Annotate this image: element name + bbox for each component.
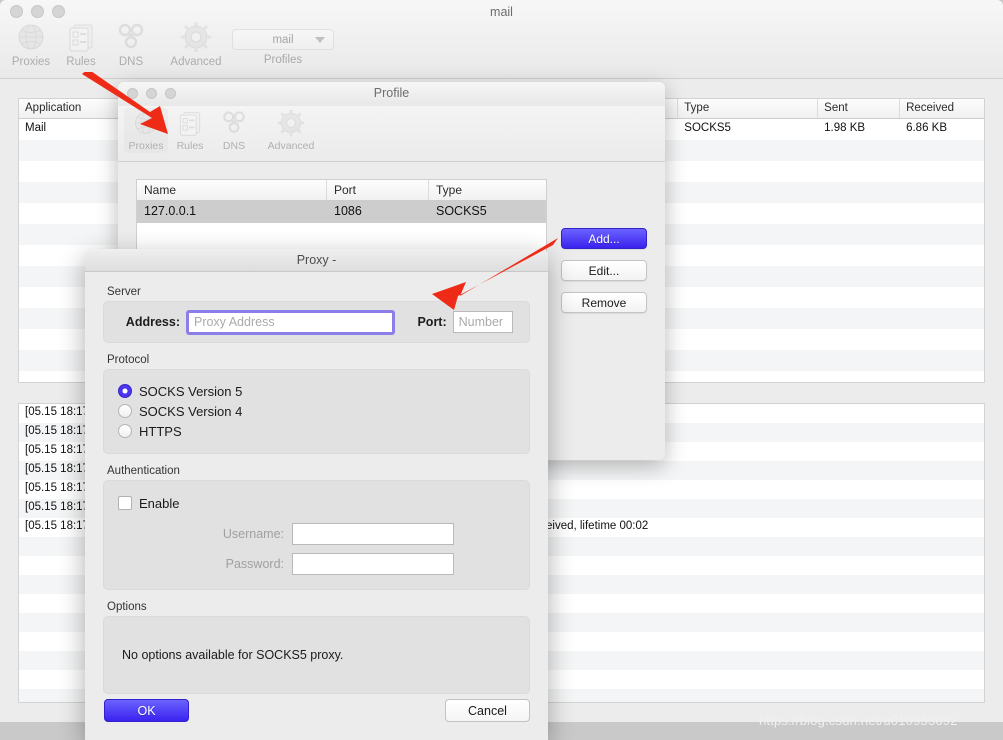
radio-button-icon[interactable] xyxy=(118,384,132,398)
radio-socks5[interactable]: SOCKS Version 5 xyxy=(104,381,529,401)
port-label: Port: xyxy=(417,315,447,329)
list-document-icon xyxy=(175,108,205,138)
authentication-group-label: Authentication xyxy=(107,465,180,477)
profile-toolbar-tabs[interactable]: Proxies Rules DNS Advanced xyxy=(124,108,326,153)
port-input[interactable]: Number xyxy=(452,311,514,333)
toolbar-item-dns[interactable]: DNS xyxy=(106,20,156,69)
log-row-tail: eived, lifetime 00:02 xyxy=(546,520,649,532)
main-window-title: mail xyxy=(490,5,513,19)
protocol-group-box: SOCKS Version 5 SOCKS Version 4 HTTPS xyxy=(103,369,530,454)
username-input[interactable] xyxy=(292,523,454,545)
globe-icon xyxy=(14,20,48,54)
enable-label: Enable xyxy=(139,495,180,511)
edit-button[interactable]: Edit... xyxy=(561,260,647,281)
password-label: Password: xyxy=(225,557,284,571)
gear-icon xyxy=(179,20,213,54)
options-message: No options available for SOCKS5 proxy. xyxy=(122,648,344,662)
cell-type: SOCKS5 xyxy=(684,122,731,134)
cell-received: 6.86 KB xyxy=(906,122,947,134)
proxy-dialog: Proxy - Server Address: Proxy Address Po… xyxy=(85,249,548,740)
proxy-dialog-footer: OK Cancel xyxy=(85,684,548,740)
profile-tab-label: Proxies xyxy=(128,140,164,152)
enable-auth-row[interactable]: Enable xyxy=(104,493,529,513)
list-document-icon xyxy=(64,20,98,54)
remove-button[interactable]: Remove xyxy=(561,292,647,313)
column-header-received[interactable]: Received xyxy=(900,99,984,118)
toolbar-item-label: Advanced xyxy=(170,56,222,68)
log-row-prefix: [05.15 18:17 xyxy=(25,520,89,532)
table-row[interactable]: 127.0.0.1 1086 SOCKS5 xyxy=(137,201,546,223)
proxy-dialog-title: Proxy - xyxy=(85,249,548,272)
cell-type: SOCKS5 xyxy=(436,204,487,218)
cell-name: 127.0.0.1 xyxy=(144,204,197,218)
main-toolbar-tabs[interactable]: Proxies Rules DNS Advanced xyxy=(6,20,236,69)
profile-toolbar: Proxies Rules DNS Advanced xyxy=(118,106,665,162)
profile-tab-label: Rules xyxy=(176,140,204,152)
radio-https[interactable]: HTTPS xyxy=(104,421,529,441)
toolbar-item-label: Rules xyxy=(66,56,96,68)
radio-label: SOCKS Version 5 xyxy=(139,383,243,399)
cell-port: 1086 xyxy=(334,204,362,218)
authentication-group-box: Enable Username: Password: xyxy=(103,480,530,590)
gear-icon xyxy=(276,108,306,138)
address-label: Address: xyxy=(125,315,180,329)
column-header-type[interactable]: Type xyxy=(429,180,546,200)
password-row: Password: xyxy=(104,553,529,575)
dns-nodes-icon xyxy=(114,20,148,54)
cell-sent: 1.98 KB xyxy=(824,122,866,134)
main-toolbar: mail Proxies Rules DNS Advanced mail Pro… xyxy=(0,0,1003,79)
add-button[interactable]: Add... xyxy=(561,228,647,249)
options-group-label: Options xyxy=(107,601,147,613)
toolbar-item-advanced[interactable]: Advanced xyxy=(156,20,236,69)
globe-icon xyxy=(131,108,161,138)
profile-window-title: Profile xyxy=(373,86,410,100)
table-row xyxy=(137,223,546,245)
toolbar-item-proxies[interactable]: Proxies xyxy=(6,20,56,69)
username-label: Username: xyxy=(222,527,284,541)
proxy-table-header: Name Port Type xyxy=(137,180,546,201)
radio-label: HTTPS xyxy=(139,423,182,439)
toolbar-item-label: DNS xyxy=(118,56,144,68)
profiles-dropdown[interactable]: mail xyxy=(232,29,334,50)
protocol-group-label: Protocol xyxy=(107,354,150,366)
cancel-button[interactable]: Cancel xyxy=(445,699,530,722)
proxy-action-buttons: Add... Edit... Remove xyxy=(561,228,647,313)
profile-tab-label: DNS xyxy=(222,140,246,152)
dns-nodes-icon xyxy=(219,108,249,138)
username-row: Username: xyxy=(104,523,529,545)
ok-button[interactable]: OK xyxy=(104,699,189,722)
column-header-port[interactable]: Port xyxy=(327,180,429,200)
profile-tab-proxies[interactable]: Proxies xyxy=(124,108,168,153)
server-group-label: Server xyxy=(107,286,141,298)
radio-socks4[interactable]: SOCKS Version 4 xyxy=(104,401,529,421)
watermark: https://blog.csdn.net/u010953692 xyxy=(759,713,958,728)
column-header-name[interactable]: Name xyxy=(137,180,327,200)
chevron-down-icon xyxy=(315,37,325,43)
column-header-type[interactable]: Type xyxy=(678,99,819,118)
server-fields-row: Address: Proxy Address Port: Number xyxy=(104,302,529,342)
radio-button-icon[interactable] xyxy=(118,404,132,418)
address-input[interactable]: Proxy Address xyxy=(185,309,396,335)
column-header-sent[interactable]: Sent xyxy=(818,99,901,118)
toolbar-item-label: Proxies xyxy=(11,56,51,68)
profile-tab-dns[interactable]: DNS xyxy=(212,108,256,153)
profile-tab-advanced[interactable]: Advanced xyxy=(256,108,326,153)
checkbox-icon[interactable] xyxy=(118,496,132,510)
profiles-group: mail Profiles xyxy=(232,29,334,66)
toolbar-item-rules[interactable]: Rules xyxy=(56,20,106,69)
profiles-caption: Profiles xyxy=(263,54,303,66)
radio-label: SOCKS Version 4 xyxy=(139,403,243,419)
profile-tab-label: Advanced xyxy=(267,140,315,152)
profile-titlebar: Profile xyxy=(118,82,665,106)
options-group-box: No options available for SOCKS5 proxy. xyxy=(103,616,530,694)
radio-button-icon[interactable] xyxy=(118,424,132,438)
password-input[interactable] xyxy=(292,553,454,575)
profile-tab-rules[interactable]: Rules xyxy=(168,108,212,153)
profiles-selected-value: mail xyxy=(272,33,294,46)
server-group-box: Address: Proxy Address Port: Number xyxy=(103,301,530,343)
